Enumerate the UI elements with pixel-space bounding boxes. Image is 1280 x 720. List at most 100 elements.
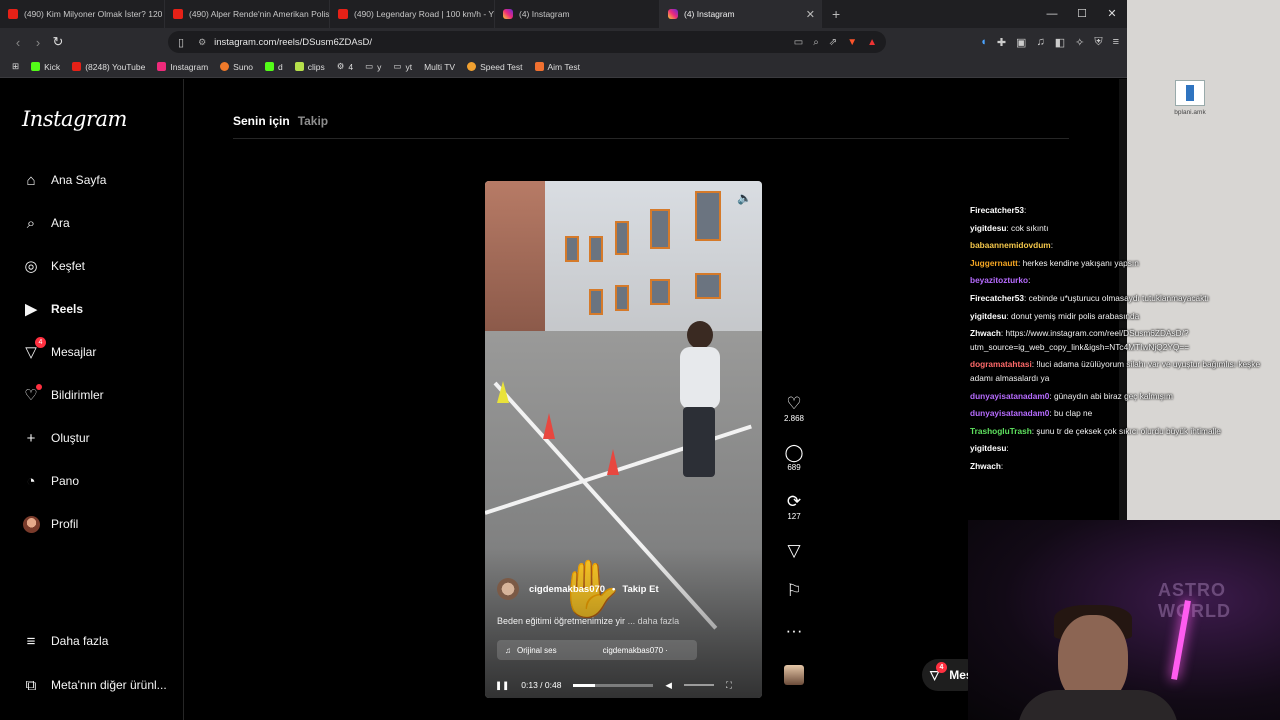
bookmark-kick[interactable]: Kick — [31, 62, 60, 72]
instagram-logo[interactable]: Instagram — [22, 107, 127, 131]
chat-text: donut yemiş midir polis arabasında — [1011, 310, 1140, 321]
bookmark-folder-y[interactable]: ▭ y — [365, 61, 381, 72]
audio-label: Orijinal ses — [517, 645, 557, 655]
back-icon[interactable]: ‹ — [8, 35, 28, 50]
sidebar-item-create[interactable]: + Oluştur — [22, 429, 90, 447]
tab-youtube-3[interactable]: (490) Legendary Road | 100 km/h - Y — [330, 0, 495, 28]
chat-message: dogramatahtasi: !luci adama üzülüyorum s… — [970, 359, 1261, 383]
desktop-file-icon[interactable]: bplani.amk — [1170, 80, 1210, 116]
chat-message: Zhwach: — [970, 460, 1004, 471]
music-icon[interactable]: ♫ — [1036, 36, 1044, 49]
bookmarks-bar: ⊞ Kick (8248) YouTube Instagram Suno d c… — [0, 56, 1127, 78]
chat-username: TrashogluTrash — [970, 425, 1032, 436]
forward-icon[interactable]: › — [28, 35, 48, 50]
zoom-icon[interactable]: ⌕ — [813, 37, 819, 48]
fullscreen-icon[interactable]: ⛶ — [726, 680, 732, 691]
reload-icon[interactable]: ↻ — [48, 34, 68, 50]
bookmark-icon[interactable]: ▯ — [178, 36, 184, 49]
reel-video[interactable]: ✋ 🔈 cigdemakbas070 • Takip Et Beden eğit… — [485, 181, 762, 698]
bookmark-clips[interactable]: clips — [294, 62, 325, 72]
author-name[interactable]: cigdemakbas070 — [529, 584, 605, 595]
repost-button[interactable]: ⟳ 127 — [787, 492, 801, 541]
audio-thumbnail[interactable] — [784, 665, 804, 685]
comment-button[interactable]: ◯ 689 — [784, 443, 803, 492]
bookmark-aimtest[interactable]: Aim Test — [534, 62, 580, 72]
apps-icon[interactable]: ⊞ — [12, 61, 19, 72]
sidebar-item-profile[interactable]: Profil — [22, 515, 78, 533]
volume-icon[interactable]: ◀ — [665, 680, 672, 691]
pause-icon[interactable]: ❚❚ — [495, 680, 509, 691]
sidebar-item-label: Oluştur — [51, 431, 90, 445]
tab-youtube-2[interactable]: (490) Alper Rende'nin Amerikan Polis — [165, 0, 330, 28]
tab-instagram-1[interactable]: (4) Instagram — [495, 0, 660, 28]
cast-icon[interactable]: ▭ — [794, 37, 803, 48]
chat-message: Zhwach: https://www.instagram.com/reel/D… — [970, 328, 1190, 352]
progress-bar[interactable] — [573, 683, 654, 687]
new-tab-button[interactable]: + — [822, 0, 850, 28]
sidebar-item-meta[interactable]: ⧉ Meta'nın diğer ürünl... — [22, 676, 167, 694]
share-icon[interactable]: ⇗ — [829, 37, 837, 48]
chat-username: beyazitozturko — [970, 275, 1029, 286]
save-button[interactable]: ⚐ — [786, 581, 801, 621]
sidebar-item-home[interactable]: ⌂ Ana Sayfa — [22, 171, 106, 189]
sidebar-item-search[interactable]: ⌕ Ara — [22, 214, 70, 232]
folder-icon: ▭ — [365, 61, 374, 71]
minimize-icon[interactable]: — — [1037, 0, 1067, 28]
tab-following[interactable]: Takip — [298, 114, 328, 128]
chat-username: babaannemidovdum — [970, 240, 1051, 251]
vpn-icon[interactable]: ⛨ — [1094, 36, 1102, 49]
maximize-icon[interactable]: ☐ — [1067, 0, 1097, 28]
sidebar-item-more[interactable]: ≡ Daha fazla — [22, 632, 109, 650]
bookmark-multitv[interactable]: Multi TV — [424, 62, 455, 72]
chat-text: şunu tr de çeksek çok sıkıcı olurdu büyü… — [1036, 425, 1221, 436]
close-tab-icon[interactable]: ✕ — [806, 8, 815, 21]
sidebar-item-notifications[interactable]: ♡ Bildirimler — [22, 384, 104, 404]
menu-icon[interactable]: ≡ — [1113, 36, 1119, 49]
bookmark-instagram[interactable]: Instagram — [157, 62, 208, 72]
heart-icon: ♡ — [786, 394, 802, 413]
more-link[interactable]: ... daha fazla — [628, 616, 680, 626]
bookmark-folder-yt[interactable]: ▭ yt — [393, 61, 412, 72]
share-button[interactable]: ▽ — [787, 541, 800, 581]
chat-message: babaannemidovdum: — [970, 240, 1053, 251]
leo-icon[interactable]: ✧ — [1075, 36, 1084, 49]
puzzle-icon[interactable]: ✚ — [997, 36, 1006, 49]
like-button[interactable]: ♡ 2.868 — [784, 394, 804, 443]
sidebar-item-explore[interactable]: ◎ Keşfet — [22, 257, 85, 275]
bookmark-d[interactable]: d — [265, 62, 283, 72]
sidebar-item-messages[interactable]: ▽ 4 Mesajlar — [22, 337, 96, 361]
tab-youtube-1[interactable]: (490) Kim Milyoner Olmak İster? 120 — [0, 0, 165, 28]
follow-button[interactable]: Takip Et — [622, 584, 658, 595]
desktop-file-label: bplani.amk — [1174, 109, 1206, 116]
url-field[interactable]: ▯ ⚙ instagram.com/reels/DSusm6ZDAsD/ — [168, 31, 886, 53]
bookmark-speedtest[interactable]: Speed Test — [467, 62, 523, 72]
youtube-icon — [173, 9, 183, 19]
reel-author[interactable]: cigdemakbas070 • Takip Et — [497, 578, 659, 600]
wallet-icon[interactable]: ◧ — [1055, 36, 1065, 49]
chat-username: dogramatahtasi — [970, 359, 1032, 370]
chat-username: Firecatcher53 — [970, 292, 1024, 303]
sidebar-item-reels[interactable]: ▶ Reels — [22, 300, 83, 318]
sidebar-item-label: Reels — [51, 302, 84, 316]
author-avatar[interactable] — [497, 578, 519, 600]
site-info-icon[interactable]: ⚙ — [198, 37, 206, 48]
messenger-icon: ▽ 4 — [22, 337, 46, 361]
audio-chip[interactable]: ♫ Orijinal ses cigdemakbas070 · — [497, 640, 697, 660]
sound-icon[interactable]: 🔈 — [737, 191, 752, 205]
reel-actions: ♡ 2.868 ◯ 689 ⟳ 127 ▽ ⚐ ··· — [779, 394, 809, 685]
reel-caption: Beden eğitimi öğretmenimize yir ... daha… — [497, 616, 679, 626]
sidebar-icon[interactable]: ▣ — [1016, 36, 1026, 49]
close-window-icon[interactable]: ✕ — [1097, 0, 1127, 28]
bookmark-suno[interactable]: Suno — [220, 62, 253, 72]
brave-shield-icon[interactable]: ▼ — [847, 37, 857, 48]
bookmark-4[interactable]: ⚙ 4 — [337, 61, 353, 72]
tab-for-you[interactable]: Senin için — [233, 114, 290, 128]
tab-instagram-active[interactable]: (4) Instagram ✕ — [660, 0, 822, 28]
sidebar-item-dashboard[interactable]: ◔ Pano — [22, 472, 79, 490]
rewards-icon[interactable]: ▲ — [867, 37, 877, 48]
extension-icon[interactable]: ◖ — [980, 36, 987, 49]
bookmark-youtube[interactable]: (8248) YouTube — [72, 62, 145, 72]
more-options-button[interactable]: ··· — [786, 621, 803, 661]
instagram-page: Instagram ⌂ Ana Sayfa ⌕ Ara ◎ Keşfet ▶ Reels… — [4, 79, 1127, 720]
volume-slider[interactable] — [683, 684, 714, 686]
